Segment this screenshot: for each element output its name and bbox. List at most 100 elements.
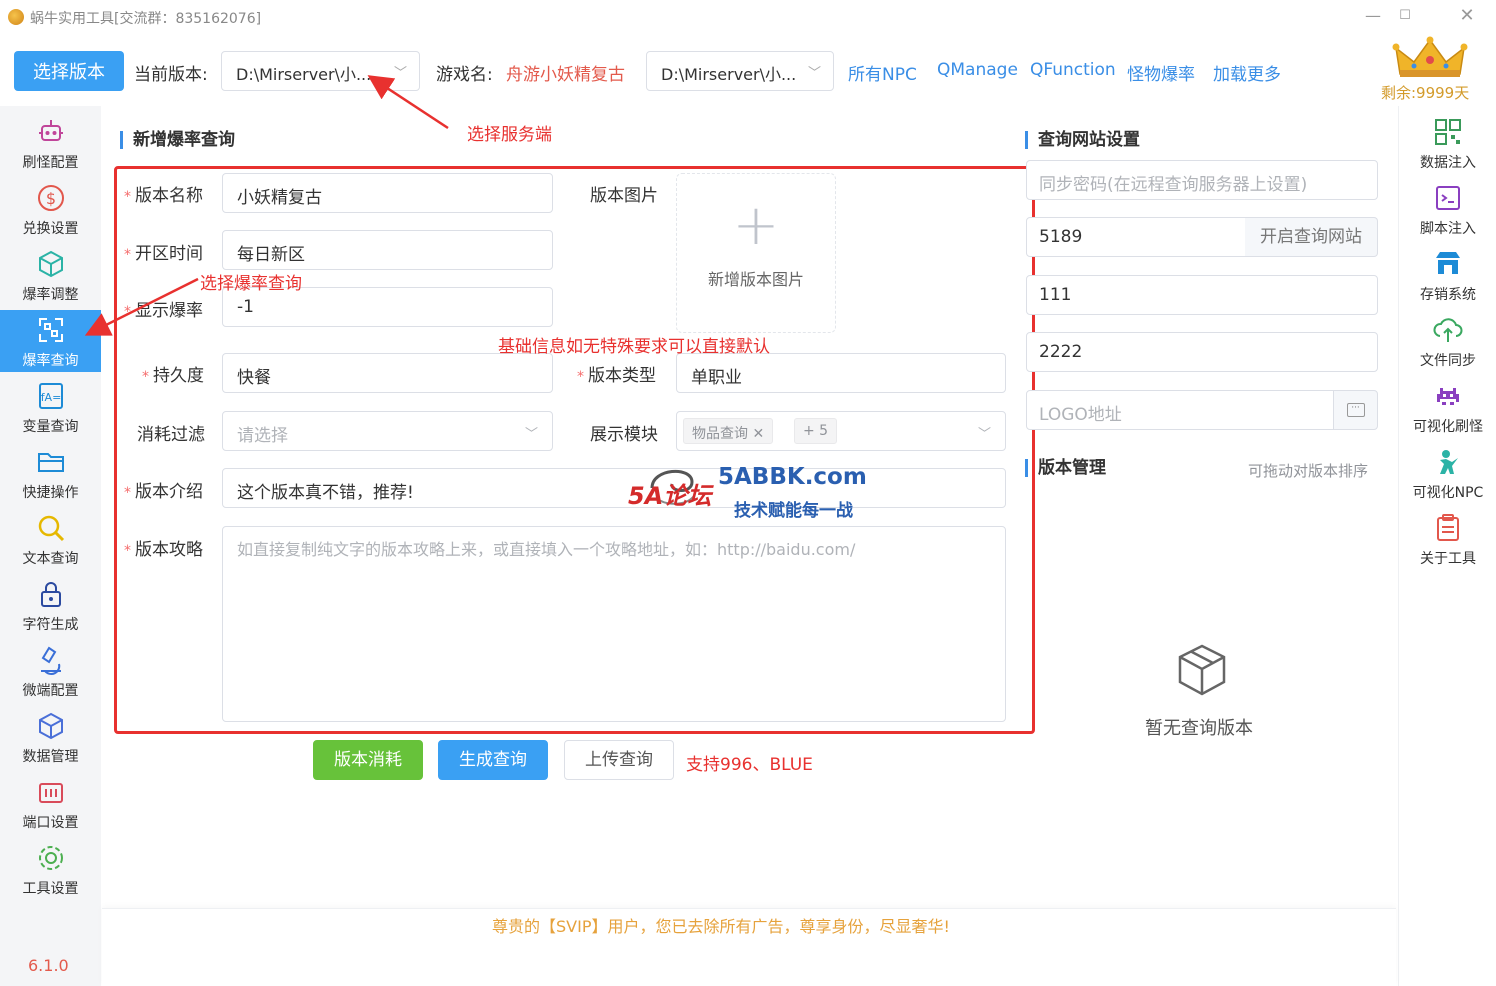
port-input[interactable]: 5189 — [1026, 217, 1246, 257]
current-version-label: 当前版本: — [134, 65, 208, 85]
upload-query-button[interactable]: 上传查询 — [564, 740, 674, 780]
field-label-consume-filter: 消耗过滤 — [137, 425, 205, 445]
port-icon — [38, 783, 63, 803]
close-icon[interactable]: ✕ — [1452, 4, 1482, 28]
link-all-npc[interactable]: 所有NPC — [848, 60, 917, 85]
sidebar-item-variable-query[interactable]: fA= 变量查询 — [0, 376, 101, 438]
sidebar-item-tool-settings[interactable]: 工具设置 — [0, 838, 101, 900]
lock-icon — [40, 582, 61, 607]
sidebar-item-label: 可视化NPC — [1412, 485, 1484, 501]
durability-input[interactable]: 快餐 — [222, 353, 553, 393]
app-version: 6.1.0 — [28, 956, 69, 975]
terminal-icon — [1436, 186, 1460, 210]
sidebar-item-port-settings[interactable]: 端口设置 — [0, 772, 101, 834]
game-name-label: 游戏名: — [436, 65, 493, 85]
guide-textarea[interactable]: 如直接复制纯文字的版本攻略上来，或直接填入一个攻略地址，如：http://bai… — [222, 526, 1006, 722]
server-path-select[interactable]: D:\Mirserver\小... ﹀ — [646, 51, 834, 91]
version-image-upload[interactable]: + 新增版本图片 — [676, 173, 836, 333]
logo-url-input[interactable]: LOGO地址 — [1026, 390, 1334, 430]
open-time-input[interactable]: 每日新区 — [222, 230, 553, 270]
sidebar-item-about[interactable]: 关于工具 — [1399, 508, 1496, 570]
store-icon — [1436, 252, 1460, 274]
dollar-icon: $ — [37, 185, 64, 211]
version-consume-button[interactable]: 版本消耗 — [313, 740, 423, 780]
open-query-site-button[interactable]: 开启查询网站 — [1245, 217, 1378, 257]
invader-icon — [1437, 388, 1459, 405]
right-sidebar: 数据注入 脚本注入 存销系统 文件同步 可视化刷怪 可视化NPC 关于工具 — [1398, 106, 1496, 986]
sidebar-item-script-inject[interactable]: 脚本注入 — [1399, 178, 1496, 240]
sidebar-item-label: 脚本注入 — [1420, 221, 1476, 237]
sidebar-item-label: 可视化刷怪 — [1413, 419, 1483, 435]
upload-hint: 新增版本图片 — [707, 270, 804, 289]
annotation-default-info: 基础信息如无特殊要求可以直接默认 — [498, 337, 770, 357]
sidebar-item-data-inject[interactable]: 数据注入 — [1399, 112, 1496, 174]
link-qmanage[interactable]: QManage — [937, 60, 1018, 80]
watermark-brand: 5A论坛 — [628, 482, 712, 510]
sidebar-item-exchange[interactable]: $ 兑换设置 — [0, 178, 101, 240]
sidebar-item-store-system[interactable]: 存销系统 — [1399, 244, 1496, 306]
game-name-value: 舟游小妖精复古 — [506, 65, 625, 85]
drag-sort-hint: 可拖动对版本排序 — [1248, 462, 1369, 480]
field-label-version-image: 版本图片 — [590, 186, 658, 206]
sidebar-item-rate-query[interactable]: 爆率查询 — [0, 310, 101, 372]
empty-state-text: 暂无查询版本 — [1145, 718, 1253, 739]
plus-icon: + — [732, 193, 780, 258]
chevron-down-icon: ﹀ — [393, 66, 407, 81]
field-label-display-rate: * 显示爆率 — [124, 301, 203, 321]
folder-icon — [37, 453, 64, 472]
watermark-slogan: 技术赋能每一战 — [734, 501, 853, 521]
field-label-intro: * 版本介绍 — [124, 482, 203, 502]
version-type-input[interactable]: 单职业 — [676, 353, 1006, 393]
sidebar-item-char-gen[interactable]: 字符生成 — [0, 574, 101, 636]
link-monster-drop-rate[interactable]: 怪物爆率 — [1127, 60, 1195, 85]
version-path-value: D:\Mirserver\小... — [236, 65, 372, 84]
sidebar-item-spawn-config[interactable]: 刷怪配置 — [0, 112, 101, 174]
left-sidebar: 刷怪配置 $ 兑换设置 爆率调整 爆率查询 fA= 变量查询 快捷操作 文本查询… — [0, 106, 101, 986]
consume-filter-placeholder: 请选择 — [237, 426, 288, 446]
site-field-input[interactable]: 2222 — [1026, 332, 1378, 372]
sidebar-item-text-query[interactable]: 文本查询 — [0, 508, 101, 570]
sidebar-item-label: 数据注入 — [1420, 155, 1476, 171]
module-tag-more: + 5 — [794, 418, 838, 444]
svip-notice: 尊贵的【SVIP】用户，您已去除所有广告，尊享身份，尽显奢华! — [492, 917, 950, 936]
svg-text:$: $ — [45, 189, 55, 208]
sidebar-item-data-manage[interactable]: 数据管理 — [0, 706, 101, 768]
support-note: 支持996、BLUE — [686, 755, 813, 775]
sidebar-item-label: 快捷操作 — [22, 485, 79, 501]
sidebar-item-quick-actions[interactable]: 快捷操作 — [0, 442, 101, 504]
sidebar-item-label: 爆率查询 — [22, 353, 79, 369]
box-icon — [38, 712, 63, 740]
snail-app-icon — [8, 9, 24, 25]
sidebar-item-visual-spawn[interactable]: 可视化刷怪 — [1399, 376, 1496, 438]
link-qfunction[interactable]: QFunction — [1030, 60, 1116, 80]
sync-password-input[interactable]: 同步密码(在远程查询服务器上设置) — [1026, 160, 1378, 200]
module-tag: 物品查询 ✕ — [683, 418, 774, 444]
crown-icon — [1392, 36, 1468, 77]
select-version-button[interactable]: 选择版本 — [14, 51, 124, 91]
version-name-input[interactable]: 小妖精复古 — [222, 173, 553, 213]
intro-input[interactable]: 这个版本真不错，推荐! — [222, 468, 1006, 508]
field-label-display-module: 展示模块 — [590, 425, 658, 445]
clipboard-icon — [1437, 514, 1459, 541]
svg-text:fA=: fA= — [40, 391, 61, 404]
version-path-select[interactable]: D:\Mirserver\小... ﹀ — [221, 51, 420, 91]
sidebar-item-visual-npc[interactable]: 可视化NPC — [1399, 442, 1496, 504]
field-label-durability: * 持久度 — [142, 366, 204, 386]
sidebar-item-rate-adjust[interactable]: 爆率调整 — [0, 244, 101, 306]
consume-filter-select[interactable]: 请选择 ﹀ — [222, 411, 553, 451]
sidebar-item-file-sync[interactable]: 文件同步 — [1399, 310, 1496, 372]
generate-query-button[interactable]: 生成查询 — [438, 740, 548, 780]
minimize-icon[interactable]: — — [1358, 4, 1388, 28]
link-load-more[interactable]: 加载更多 — [1213, 60, 1281, 85]
sidebar-item-micro-config[interactable]: 微端配置 — [0, 640, 101, 702]
field-label-version-name: * 版本名称 — [124, 186, 203, 206]
maximize-icon[interactable]: ☐ — [1390, 4, 1420, 28]
site-field-input[interactable]: 111 — [1026, 275, 1378, 315]
top-toolbar: 选择版本 当前版本: D:\Mirserver\小... ﹀ 游戏名: 舟游小妖… — [0, 36, 1496, 106]
tag-close-icon[interactable]: ✕ — [752, 426, 764, 442]
logo-browse-button[interactable]: ··· — [1333, 390, 1378, 430]
cloud-sync-icon — [1433, 318, 1463, 342]
chevron-down-icon: ﹀ — [807, 66, 821, 81]
qrcode-icon — [1435, 119, 1461, 145]
formula-icon: fA= — [38, 383, 63, 409]
